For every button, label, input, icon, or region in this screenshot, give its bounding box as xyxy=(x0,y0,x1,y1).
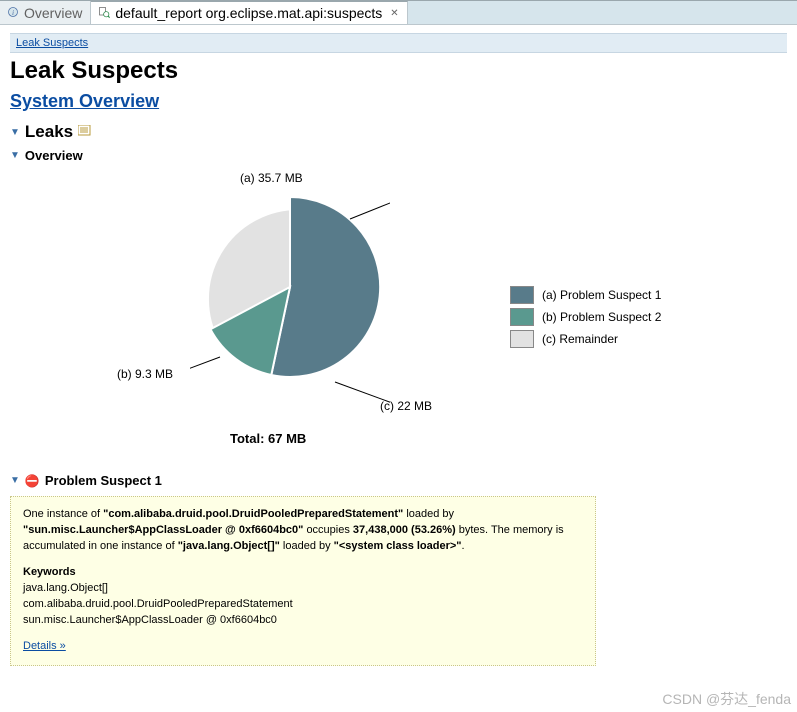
error-icon: ⛔ xyxy=(25,474,40,488)
leak-pie-chart: (a) 35.7 MB (b) 9.3 MB (c) 22 MB (a) Pro… xyxy=(10,169,770,459)
properties-icon xyxy=(78,125,92,140)
tab-overview[interactable]: i Overview xyxy=(0,1,91,24)
section-overview[interactable]: ▼ Overview xyxy=(10,148,787,163)
editor-tab-bar: i Overview default_report org.eclipse.ma… xyxy=(0,0,797,25)
legend-item-a: (a) Problem Suspect 1 xyxy=(510,284,661,306)
info-icon: i xyxy=(6,5,20,21)
problem-suspect-box: One instance of "com.alibaba.druid.pool.… xyxy=(10,496,596,666)
svg-text:i: i xyxy=(12,8,14,17)
tab-suspects-label: default_report org.eclipse.mat.api:suspe… xyxy=(115,5,382,21)
legend-swatch xyxy=(510,286,534,304)
pie-callout-a: (a) 35.7 MB xyxy=(240,171,303,185)
legend-label: (a) Problem Suspect 1 xyxy=(542,284,661,306)
legend-label: (b) Problem Suspect 2 xyxy=(542,306,661,328)
legend-item-b: (b) Problem Suspect 2 xyxy=(510,306,661,328)
tab-bar-empty xyxy=(408,1,797,24)
problem-suspect-title: Problem Suspect 1 xyxy=(45,473,162,488)
keyword-line: com.alibaba.druid.pool.DruidPooledPrepar… xyxy=(23,597,583,613)
pie-total: Total: 67 MB xyxy=(230,431,306,446)
keyword-line: sun.misc.Launcher$AppClassLoader @ 0xf66… xyxy=(23,613,583,629)
page-title: Leak Suspects xyxy=(10,57,787,85)
report-icon xyxy=(97,5,111,21)
section-leaks[interactable]: ▼ Leaks xyxy=(10,122,787,142)
legend-label: (c) Remainder xyxy=(542,328,618,350)
pie-callout-b: (b) 9.3 MB xyxy=(117,367,173,381)
system-overview-link[interactable]: System Overview xyxy=(10,91,787,112)
tab-suspects[interactable]: default_report org.eclipse.mat.api:suspe… xyxy=(91,1,407,24)
legend-item-c: (c) Remainder xyxy=(510,328,661,350)
chevron-down-icon: ▼ xyxy=(10,127,20,138)
legend-swatch xyxy=(510,330,534,348)
pie-svg xyxy=(190,187,390,407)
chevron-down-icon: ▼ xyxy=(10,150,20,161)
close-icon[interactable]: ✕ xyxy=(386,8,398,19)
tab-overview-label: Overview xyxy=(24,5,82,21)
legend-swatch xyxy=(510,308,534,326)
pie-callout-c: (c) 22 MB xyxy=(380,399,432,413)
breadcrumb: Leak Suspects xyxy=(10,33,787,53)
problem-suspect-description: One instance of "com.alibaba.druid.pool.… xyxy=(23,507,583,555)
chevron-down-icon: ▼ xyxy=(10,475,20,486)
watermark: CSDN @芬达_fenda xyxy=(662,689,791,709)
pie-legend: (a) Problem Suspect 1 (b) Problem Suspec… xyxy=(510,284,661,350)
section-problem-suspect-1[interactable]: ▼ ⛔ Problem Suspect 1 xyxy=(10,473,787,488)
details-link[interactable]: Details » xyxy=(23,640,66,652)
section-leaks-title: Leaks xyxy=(25,122,73,142)
section-overview-title: Overview xyxy=(25,148,83,163)
keywords-header: Keywords xyxy=(23,565,583,581)
breadcrumb-link[interactable]: Leak Suspects xyxy=(16,37,88,49)
keyword-line: java.lang.Object[] xyxy=(23,581,583,597)
